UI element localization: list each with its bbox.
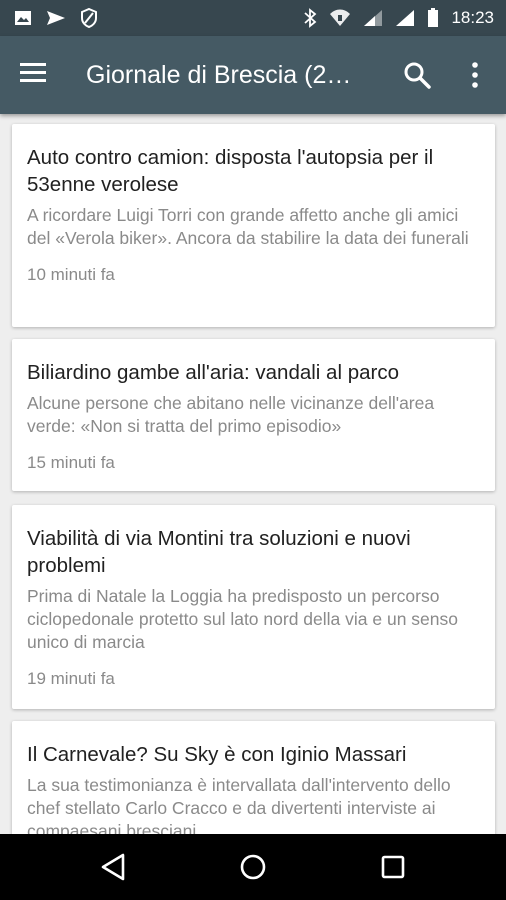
send-icon xyxy=(47,11,65,25)
article-summary: Alcune persone che abitano nelle vicinan… xyxy=(27,393,435,436)
bluetooth-icon xyxy=(304,8,317,28)
shield-icon xyxy=(81,8,97,28)
article-card[interactable]: Il Carnevale? Su Sky è con Iginio Massar… xyxy=(12,721,495,834)
page-title: Giornale di Brescia (2… xyxy=(86,61,352,89)
article-summary: A ricordare Luigi Torri con grande affet… xyxy=(27,205,469,248)
signal-icon xyxy=(396,10,415,26)
article-time: 19 minuti fa xyxy=(27,669,115,688)
article-time: 15 minuti fa xyxy=(27,453,115,472)
article-title: Auto contro camion: disposta l'autopsia … xyxy=(27,146,434,196)
article-card[interactable]: Biliardino gambe all'aria: vandali al pa… xyxy=(12,339,495,491)
article-card[interactable]: Auto contro camion: disposta l'autopsia … xyxy=(12,124,495,327)
back-icon[interactable] xyxy=(96,849,132,885)
article-time: 10 minuti fa xyxy=(27,265,115,284)
status-bar: 18:23 xyxy=(0,0,506,36)
navigation-bar xyxy=(0,834,506,900)
battery-icon xyxy=(428,8,439,27)
article-summary: Prima di Natale la Loggia ha predisposto… xyxy=(27,586,458,652)
article-title: Viabilità di via Montini tra soluzioni e… xyxy=(27,527,411,577)
status-time: 18:23 xyxy=(451,8,494,27)
article-title: Il Carnevale? Su Sky è con Iginio Massar… xyxy=(27,743,407,766)
wifi-icon xyxy=(330,9,351,26)
search-icon[interactable] xyxy=(400,58,434,92)
article-list: Auto contro camion: disposta l'autopsia … xyxy=(0,114,506,834)
home-icon[interactable] xyxy=(235,849,271,885)
image-icon xyxy=(15,11,31,25)
article-title: Biliardino gambe all'aria: vandali al pa… xyxy=(27,361,399,384)
app-bar: Giornale di Brescia (2… xyxy=(0,36,506,114)
recents-icon[interactable] xyxy=(375,849,411,885)
signal-icon xyxy=(364,10,383,26)
article-card[interactable]: Viabilità di via Montini tra soluzioni e… xyxy=(12,505,495,709)
more-vert-icon[interactable] xyxy=(464,58,486,92)
menu-icon[interactable] xyxy=(16,59,50,91)
article-summary: La sua testimonianza è intervallata dall… xyxy=(27,775,451,834)
